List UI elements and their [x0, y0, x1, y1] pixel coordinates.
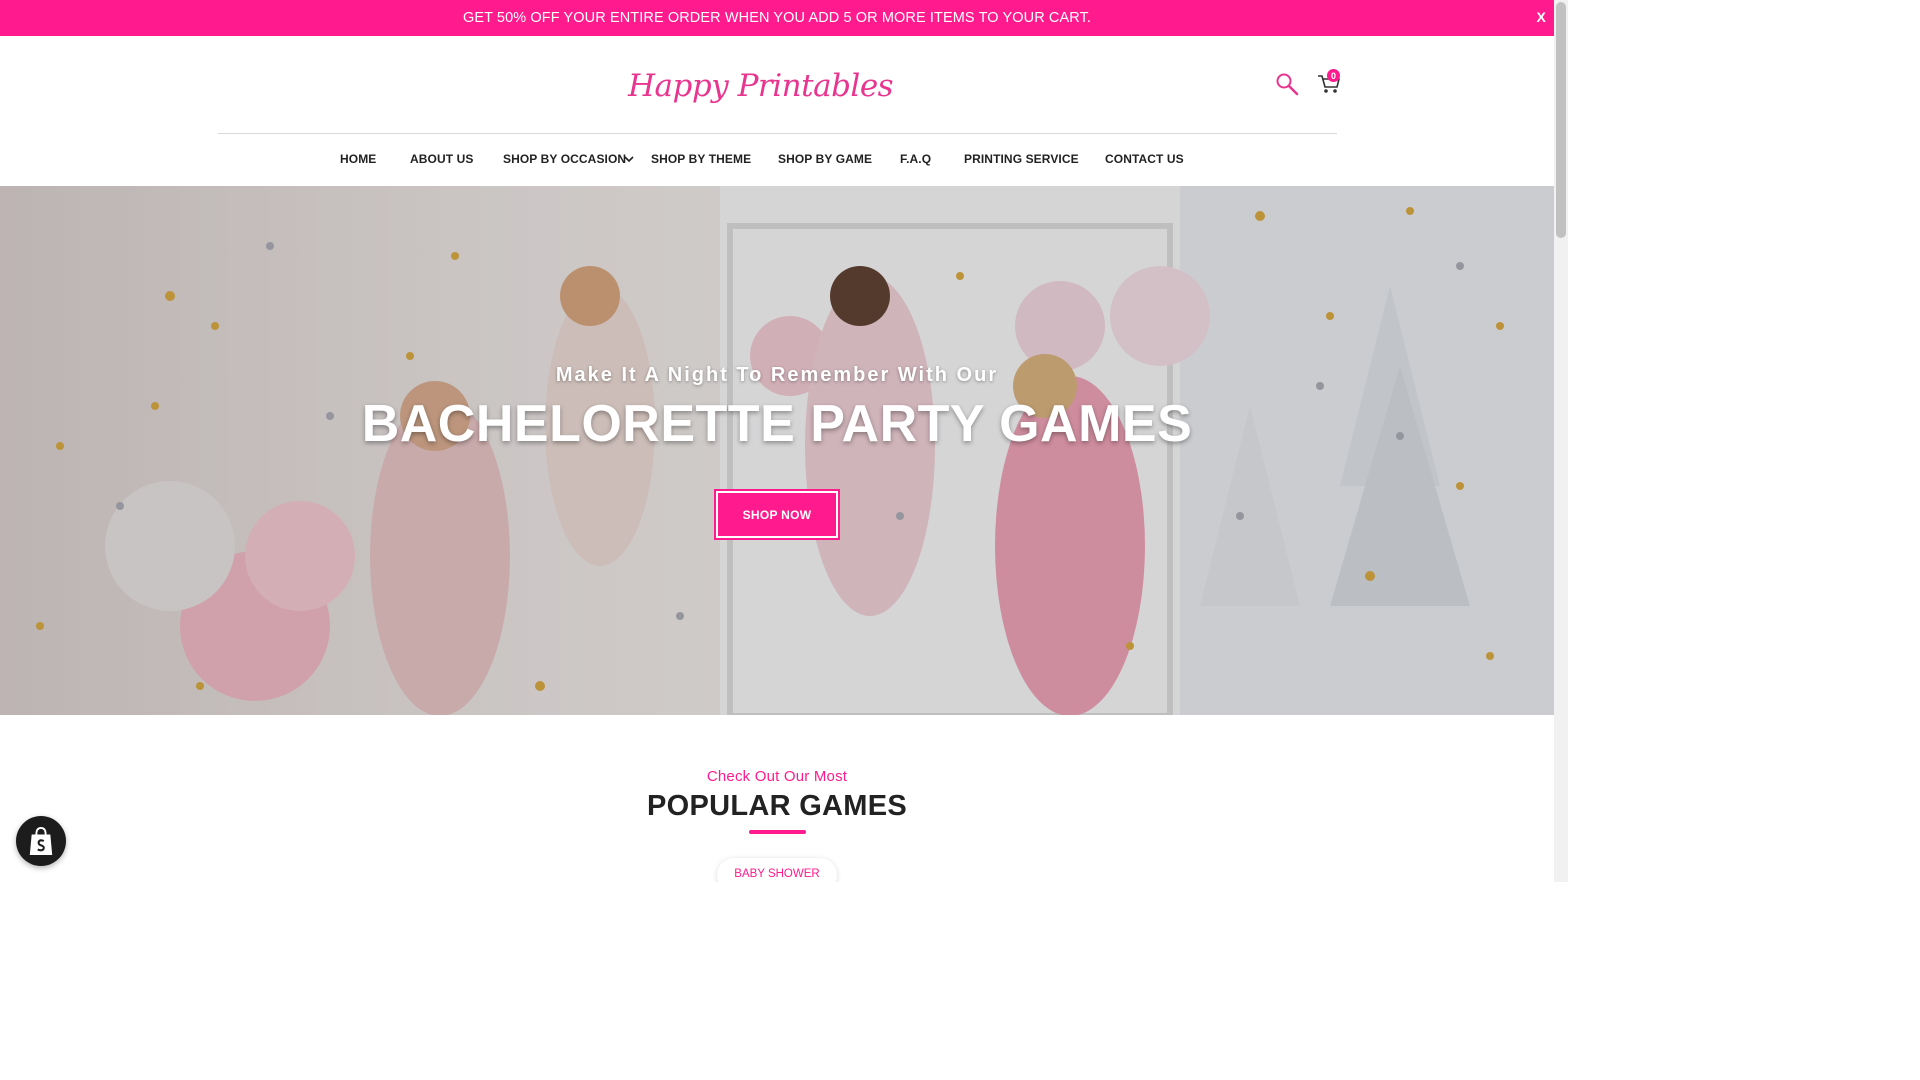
announcement-bar: GET 50% OFF YOUR ENTIRE ORDER WHEN YOU A…: [0, 0, 1554, 36]
site-header: Happy Printables 0 HOME ABOUT US SHOP BY…: [0, 36, 1554, 186]
nav-printing-service[interactable]: PRINTING SERVICE: [964, 152, 1079, 166]
page: GET 50% OFF YOUR ENTIRE ORDER WHEN YOU A…: [0, 0, 1568, 882]
nav-home[interactable]: HOME: [340, 152, 376, 166]
nav-faq[interactable]: F.A.Q: [900, 152, 931, 166]
search-button[interactable]: [1275, 72, 1299, 96]
nav-shop-by-theme[interactable]: SHOP BY THEME: [651, 152, 751, 166]
popular-subtitle: Check Out Our Most: [706, 768, 848, 785]
nav-about-us[interactable]: ABOUT US: [410, 152, 473, 166]
cart-count-badge: 0: [1327, 69, 1340, 82]
nav-shop-by-occasion[interactable]: SHOP BY OCCASION: [503, 152, 626, 166]
popular-title: POPULAR GAMES: [646, 790, 908, 822]
chevron-down-icon[interactable]: [624, 152, 634, 166]
title-underline: [749, 830, 806, 834]
announcement-text: GET 50% OFF YOUR ENTIRE ORDER WHEN YOU A…: [462, 10, 1092, 26]
search-icon: [1276, 73, 1299, 96]
logo-text: Happy Printables: [628, 68, 894, 104]
tab-baby-shower[interactable]: BABY SHOWER: [717, 858, 837, 882]
hero-banner: Make It A Night To Remember With Our BAC…: [0, 186, 1554, 715]
shopify-badge[interactable]: [16, 816, 66, 866]
nav-contact-us[interactable]: CONTACT US: [1105, 152, 1184, 166]
scrollbar-thumb[interactable]: [1556, 2, 1566, 238]
nav-shop-by-game[interactable]: SHOP BY GAME: [778, 152, 872, 166]
hero-subtitle: Make It A Night To Remember With Our: [555, 364, 999, 386]
logo[interactable]: Happy Printables: [622, 60, 894, 112]
shopify-bag-icon: [29, 826, 53, 855]
shop-now-button[interactable]: SHOP NOW: [714, 489, 840, 540]
announcement-close-button[interactable]: X: [1537, 9, 1546, 25]
main-nav: HOME ABOUT US SHOP BY OCCASION SHOP BY T…: [0, 134, 1554, 186]
hero-title: BACHELORETTE PARTY GAMES: [361, 395, 1193, 453]
